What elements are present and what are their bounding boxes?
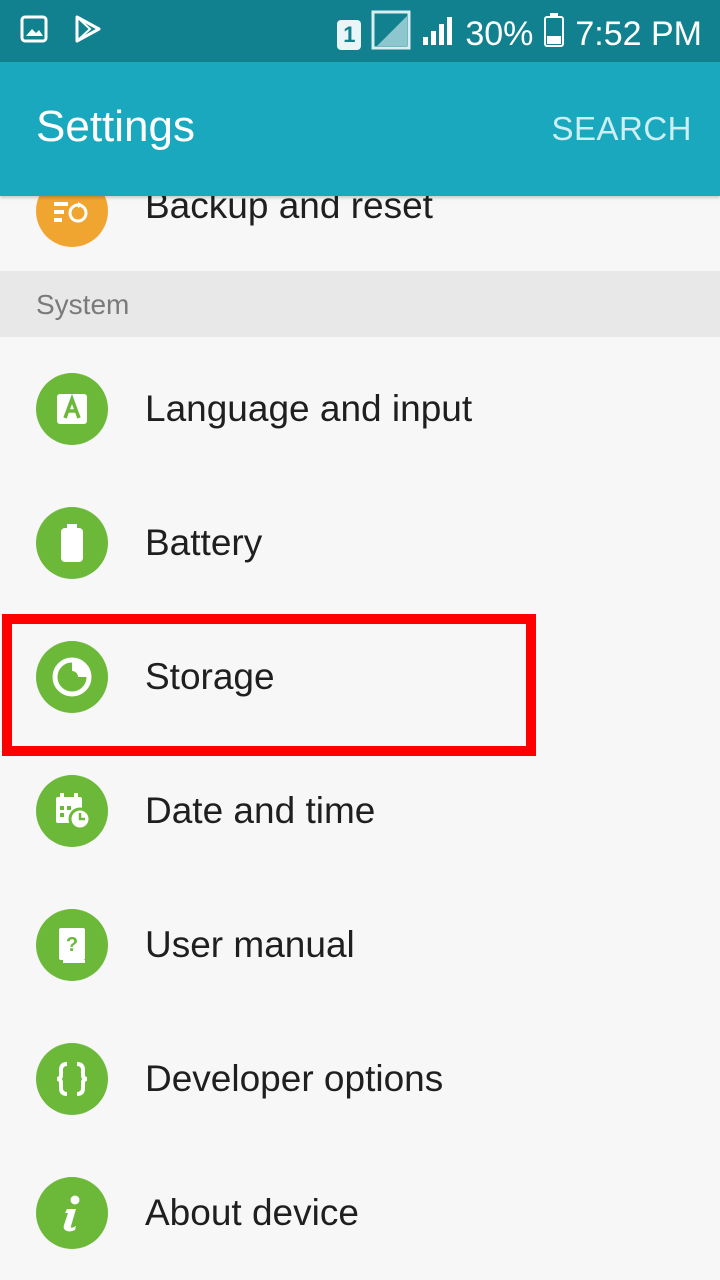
settings-item-storage[interactable]: Storage xyxy=(0,610,720,744)
date-time-icon xyxy=(36,775,108,847)
clock: 7:52 PM xyxy=(575,15,702,53)
developer-options-icon xyxy=(36,1043,108,1115)
no-signal-icon xyxy=(371,10,411,59)
settings-item-about-device[interactable]: About device xyxy=(0,1146,720,1280)
settings-item-label: Language and input xyxy=(145,388,473,429)
user-manual-icon: ? xyxy=(36,909,108,981)
battery-icon xyxy=(36,507,108,579)
section-title: System xyxy=(36,289,130,320)
battery-icon xyxy=(543,12,565,57)
about-device-icon xyxy=(36,1177,108,1249)
status-bar: 1 30% 7:52 PM xyxy=(0,0,720,62)
settings-item-label: About device xyxy=(145,1192,359,1233)
settings-item-label: Battery xyxy=(145,522,263,563)
settings-item-label: Developer options xyxy=(145,1058,444,1099)
search-button[interactable]: SEARCH xyxy=(551,110,692,148)
signal-icon xyxy=(421,13,455,56)
settings-item-label: User manual xyxy=(145,924,355,965)
settings-item-battery[interactable]: Battery xyxy=(0,476,720,610)
battery-percent: 30% xyxy=(465,15,534,53)
gallery-icon xyxy=(20,15,48,48)
sim-icon: 1 xyxy=(337,19,362,50)
app-bar: Settings SEARCH xyxy=(0,62,720,196)
language-icon xyxy=(36,373,108,445)
section-header-system: System xyxy=(0,271,720,337)
settings-item-date-and-time[interactable]: Date and time xyxy=(0,744,720,878)
settings-item-label: Date and time xyxy=(145,790,376,831)
play-store-icon xyxy=(74,14,102,49)
settings-item-language-and-input[interactable]: Language and input xyxy=(0,342,720,476)
svg-text:?: ? xyxy=(66,934,78,956)
settings-item-user-manual[interactable]: ? User manual xyxy=(0,878,720,1012)
settings-item-label: Storage xyxy=(145,656,275,697)
page-title: Settings xyxy=(36,102,195,151)
settings-item-developer-options[interactable]: Developer options xyxy=(0,1012,720,1146)
storage-icon xyxy=(36,641,108,713)
